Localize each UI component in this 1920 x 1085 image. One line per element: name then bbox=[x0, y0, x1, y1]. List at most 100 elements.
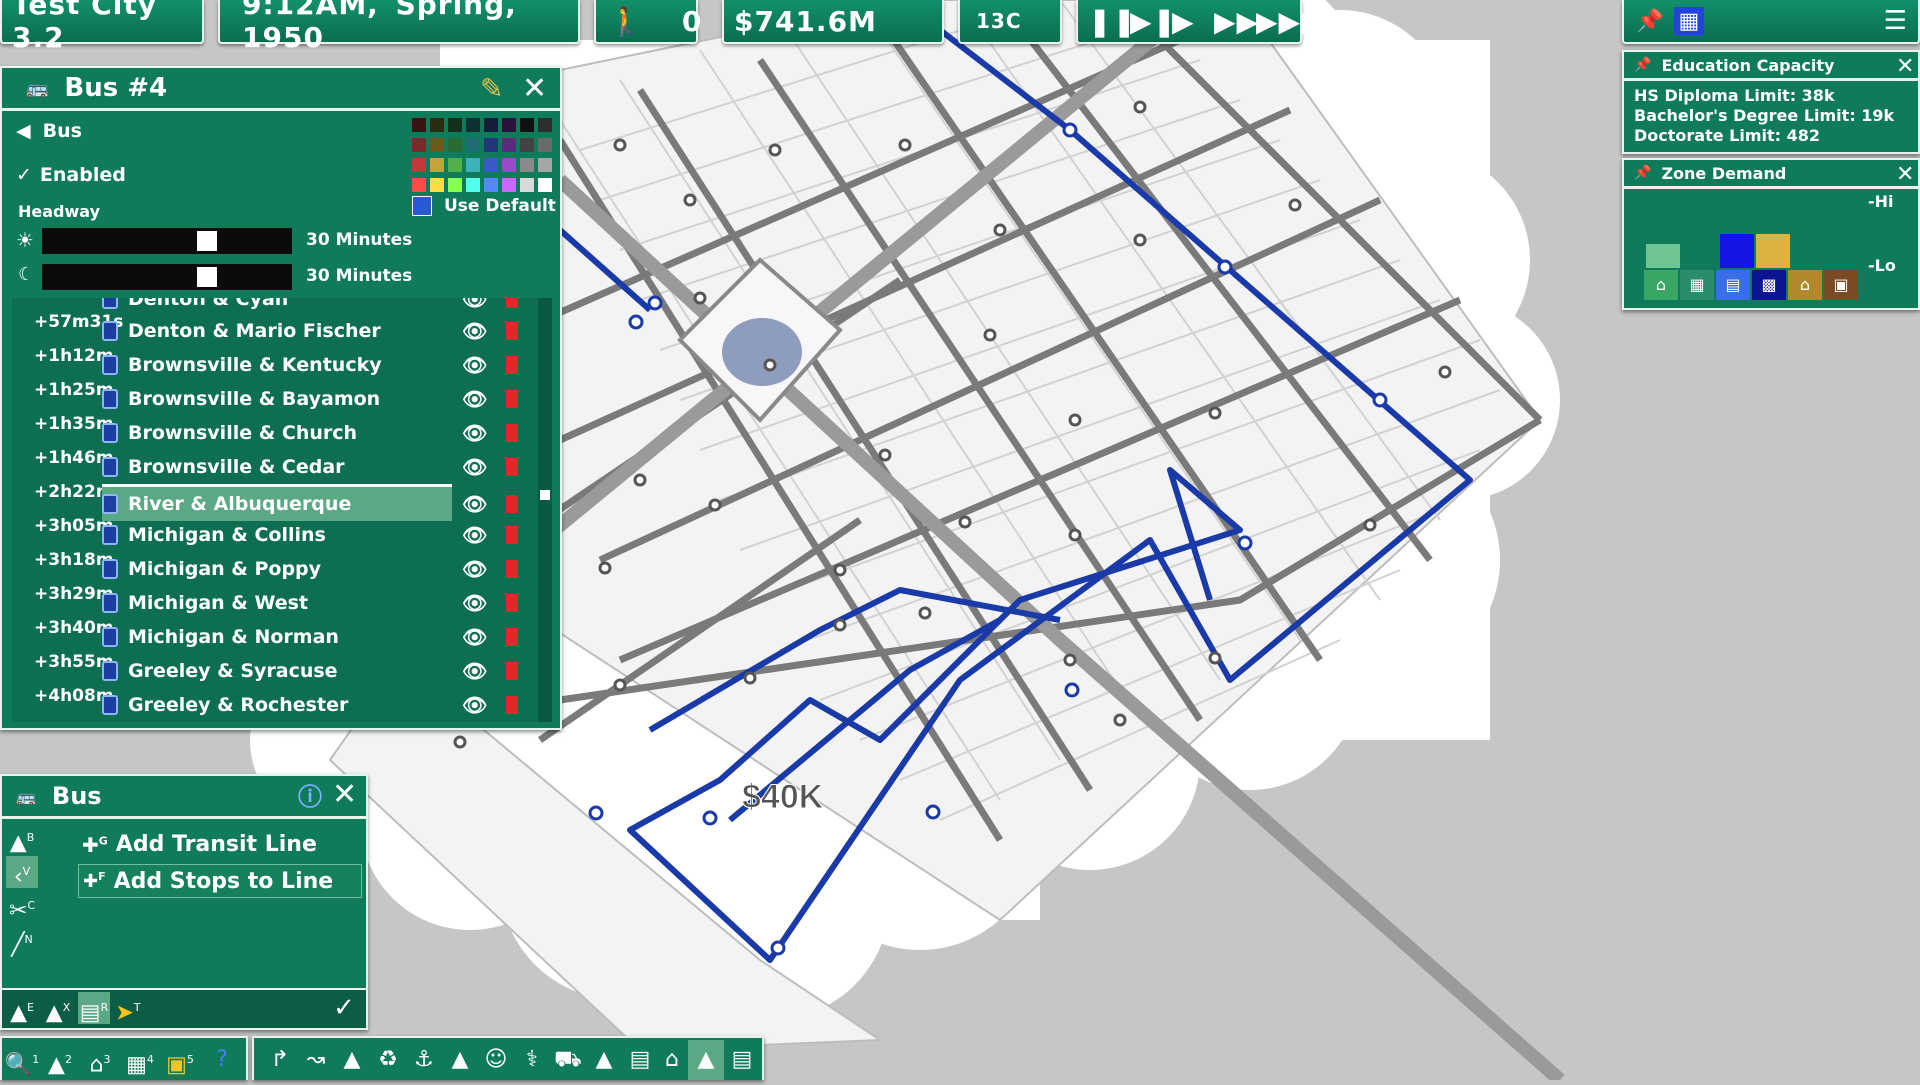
recycle-icon[interactable]: ♻ bbox=[370, 1040, 406, 1080]
eye-icon[interactable]: 👁 bbox=[462, 557, 487, 581]
add-stops-button[interactable]: ✚F Add Stops to Line bbox=[78, 864, 362, 898]
transfer-type-button[interactable]: ➤T bbox=[112, 992, 144, 1025]
color-swatch[interactable] bbox=[538, 138, 552, 152]
trash-icon[interactable] bbox=[506, 495, 518, 513]
weather-display[interactable]: 13C bbox=[958, 0, 1062, 44]
list-item[interactable]: Michigan & West 👁 bbox=[102, 586, 532, 620]
road-type-button[interactable]: ▲E bbox=[6, 992, 38, 1025]
list-scrollbar[interactable] bbox=[538, 298, 552, 722]
list-item[interactable]: Denton & Mario Fischer 👁 bbox=[102, 314, 532, 348]
color-swatch[interactable] bbox=[430, 118, 444, 132]
pin-icon[interactable]: 📌 bbox=[1636, 9, 1664, 34]
trash-icon[interactable] bbox=[506, 424, 518, 442]
color-swatch[interactable] bbox=[430, 158, 444, 172]
road-icon[interactable]: ↱ bbox=[262, 1040, 298, 1080]
color-swatch[interactable] bbox=[466, 158, 480, 172]
trash-icon[interactable] bbox=[506, 662, 518, 680]
car-icon[interactable]: ⛟ bbox=[550, 1040, 586, 1080]
pause-icon[interactable]: ❚❚ bbox=[1088, 5, 1136, 38]
trash-icon[interactable] bbox=[506, 356, 518, 374]
color-swatch[interactable] bbox=[466, 138, 480, 152]
eye-icon[interactable]: 👁 bbox=[462, 353, 487, 377]
add-transit-line-button[interactable]: ✚G Add Transit Line bbox=[82, 832, 317, 857]
trash-icon[interactable] bbox=[506, 390, 518, 408]
eye-icon[interactable]: 👁 bbox=[462, 523, 487, 547]
city-hall-icon[interactable]: ▦4 bbox=[122, 1040, 158, 1080]
color-swatch[interactable] bbox=[484, 118, 498, 132]
fast-forward-icon[interactable]: ▶▶ bbox=[1214, 5, 1258, 38]
list-item[interactable]: Greeley & Rochester 👁 bbox=[102, 688, 532, 722]
monument-icon[interactable]: ▲ bbox=[442, 1040, 478, 1080]
zone-tool-icon[interactable]: ⌂3 bbox=[82, 1040, 118, 1080]
stop-list[interactable]: Denton & Cyan 👁 +57m31s +1h12m +1h25m +1h35… bbox=[12, 298, 552, 722]
expressway-icon[interactable]: ↝ bbox=[298, 1040, 334, 1080]
funds-display[interactable]: $741.6M bbox=[722, 0, 944, 44]
color-swatch[interactable] bbox=[520, 138, 534, 152]
slider-handle[interactable] bbox=[197, 267, 217, 287]
newspaper-icon[interactable]: ▤ bbox=[724, 1040, 760, 1080]
list-item[interactable]: Brownsville & Cedar 👁 bbox=[102, 450, 532, 484]
population-display[interactable]: 🚶 0 bbox=[594, 0, 701, 44]
trash-icon[interactable] bbox=[506, 628, 518, 646]
bulldoze-tool-button[interactable]: ╱N bbox=[6, 924, 38, 957]
trash-icon[interactable] bbox=[506, 526, 518, 544]
list-item[interactable]: River & Albuquerque 👁 bbox=[102, 484, 518, 521]
day-headway-slider[interactable] bbox=[42, 228, 292, 254]
grid-icon[interactable]: ▦ bbox=[1674, 7, 1705, 35]
bus-view-icon[interactable]: ▤ bbox=[622, 1040, 658, 1080]
road-tool-button[interactable]: ▲B bbox=[6, 822, 38, 855]
pin-icon[interactable]: 📌 bbox=[1634, 57, 1651, 73]
color-swatch[interactable] bbox=[538, 158, 552, 172]
query-tool-icon[interactable]: 🔍1 bbox=[4, 1040, 40, 1080]
color-swatch[interactable] bbox=[520, 118, 534, 132]
trash-icon[interactable] bbox=[506, 594, 518, 612]
color-swatch[interactable] bbox=[538, 178, 552, 192]
step-icon[interactable]: ▶❚ bbox=[1130, 5, 1176, 38]
list-item[interactable]: Michigan & Poppy 👁 bbox=[102, 552, 532, 586]
back-to-bus-button[interactable]: ◀ Bus bbox=[16, 120, 82, 142]
color-swatch[interactable] bbox=[502, 178, 516, 192]
color-swatch[interactable] bbox=[538, 118, 552, 132]
eye-icon[interactable]: 👁 bbox=[462, 591, 487, 615]
terrain-icon[interactable]: ▲ bbox=[688, 1040, 724, 1080]
list-item[interactable]: Michigan & Norman 👁 bbox=[102, 620, 532, 654]
road-view-icon[interactable]: ▲ bbox=[586, 1040, 622, 1080]
eye-icon[interactable]: 👁 bbox=[462, 387, 487, 411]
eye-icon[interactable]: 👁 bbox=[462, 319, 487, 343]
trash-icon[interactable] bbox=[506, 458, 518, 476]
help-icon[interactable]: ? bbox=[204, 1040, 240, 1080]
eye-icon[interactable]: 👁 bbox=[462, 625, 487, 649]
eye-icon[interactable]: 👁 bbox=[462, 298, 487, 311]
list-item[interactable]: Michigan & Collins 👁 bbox=[102, 518, 532, 552]
color-swatch[interactable] bbox=[484, 178, 498, 192]
color-swatch[interactable] bbox=[430, 138, 444, 152]
close-icon[interactable]: ✕ bbox=[1896, 160, 1914, 190]
color-swatch[interactable] bbox=[412, 118, 426, 132]
slider-handle[interactable] bbox=[197, 231, 217, 251]
money-icon[interactable]: ▣5 bbox=[162, 1040, 198, 1080]
medical-icon[interactable]: ⚕ bbox=[514, 1040, 550, 1080]
confirm-icon[interactable]: ✓ bbox=[328, 992, 360, 1024]
color-swatch[interactable] bbox=[448, 158, 462, 172]
menu-icon[interactable]: ☰ bbox=[1884, 6, 1908, 36]
color-swatch[interactable] bbox=[412, 158, 426, 172]
close-icon[interactable]: ✕ bbox=[522, 74, 547, 104]
home-icon[interactable]: ⌂ bbox=[654, 1040, 690, 1080]
eye-icon[interactable]: 👁 bbox=[462, 492, 487, 516]
color-swatch[interactable] bbox=[466, 118, 480, 132]
city-name-display[interactable]: Test City 3.2 bbox=[0, 0, 204, 54]
info-icon[interactable]: ⓘ bbox=[298, 782, 322, 812]
color-swatch[interactable] bbox=[484, 158, 498, 172]
transit-tool-button[interactable]: ‹V bbox=[6, 856, 38, 889]
list-item[interactable]: Brownsville & Church 👁 bbox=[102, 416, 532, 450]
trash-icon[interactable] bbox=[506, 298, 518, 308]
color-swatch[interactable] bbox=[502, 118, 516, 132]
color-swatch[interactable] bbox=[412, 178, 426, 192]
enabled-toggle[interactable]: ✓ Enabled bbox=[16, 164, 126, 186]
close-icon[interactable]: ✕ bbox=[332, 780, 357, 810]
color-palette[interactable] bbox=[412, 118, 556, 194]
color-swatch[interactable] bbox=[484, 138, 498, 152]
eye-icon[interactable]: 👁 bbox=[462, 659, 487, 683]
color-swatch[interactable] bbox=[502, 138, 516, 152]
trash-icon[interactable] bbox=[506, 322, 518, 340]
